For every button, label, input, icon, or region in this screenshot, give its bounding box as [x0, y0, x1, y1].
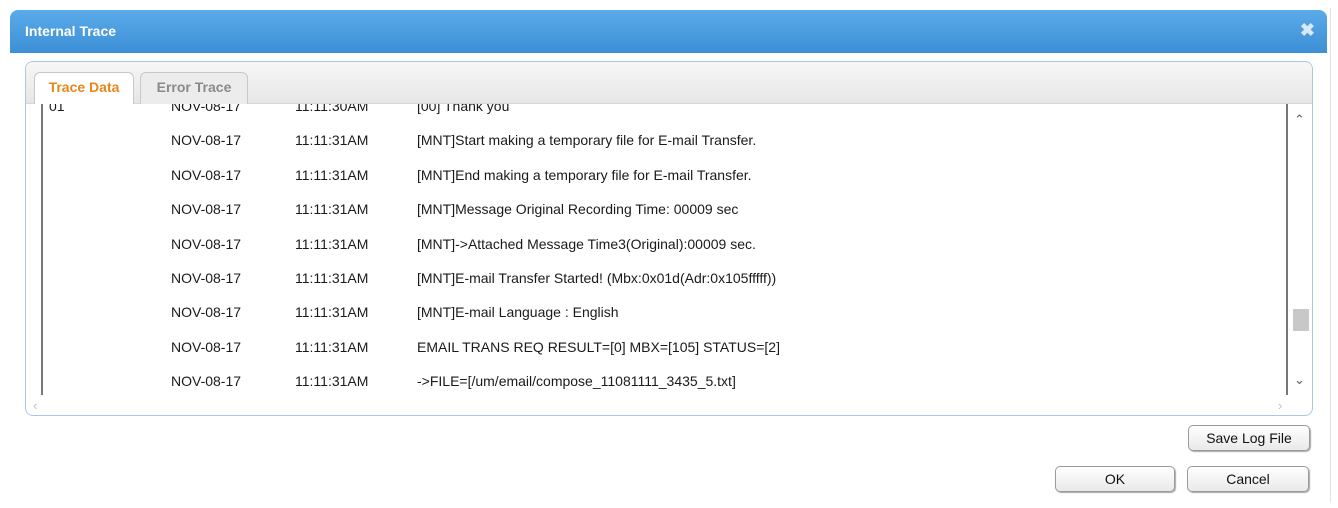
trace-row-message: [MNT]E-mail Transfer Started! (Mbx:0x01d…	[417, 270, 777, 286]
dialog-titlebar[interactable]: Internal Trace ✖	[10, 10, 1327, 53]
cancel-button[interactable]: Cancel	[1187, 466, 1309, 492]
trace-row-date: NOV-08-17	[171, 270, 242, 286]
trace-row-id: 01	[49, 104, 65, 114]
trace-panel: Trace Data Error Trace 01 NOV-08-17 11:11:…	[25, 61, 1313, 416]
trace-row-time: 11:11:31AM	[295, 166, 369, 183]
trace-row[interactable]: NOV-08-17 11:11:31AM [MNT]E-mail Transfer …	[43, 268, 1283, 288]
trace-row-time: 11:11:31AM	[295, 373, 369, 390]
trace-row-message: [MNT]E-mail Language : English	[417, 304, 619, 321]
close-icon[interactable]: ✖	[1300, 20, 1315, 41]
window-edge	[1330, 8, 1331, 503]
vertical-scrollbar[interactable]: ⌃ ⌄	[1290, 104, 1312, 395]
scroll-right-icon[interactable]: ›	[1278, 398, 1282, 413]
trace-row[interactable]: NOV-08-17 11:11:31AM [MNT]End making a tem…	[43, 165, 1283, 185]
trace-row-time: 11:11:31AM	[295, 132, 369, 149]
trace-row[interactable]: 01 NOV-08-17 11:11:30AM [00] Thank you	[43, 104, 1283, 116]
trace-row-message: [MNT]End making a temporary file for E-m…	[417, 166, 752, 183]
trace-row-message: ->FILE=[/um/email/compose_11081111_3435_…	[417, 373, 736, 390]
trace-row-time: 11:11:31AM	[295, 270, 369, 286]
tab-strip: Trace Data Error Trace	[26, 62, 1312, 104]
trace-row-message: [MNT]Start making a temporary file for E…	[417, 132, 757, 149]
trace-row-time: 11:11:30AM	[295, 104, 369, 114]
internal-trace-dialog: Internal Trace ✖ Trace Data Error Trace …	[10, 10, 1327, 500]
trace-row[interactable]: NOV-08-17 11:11:31AM [MNT]E-mail Language …	[43, 302, 1283, 322]
trace-log-list[interactable]: 01 NOV-08-17 11:11:30AM [00] Thank you NOV-0…	[41, 104, 1288, 395]
dialog-title: Internal Trace	[25, 23, 117, 39]
save-log-file-button[interactable]: Save Log File	[1188, 425, 1310, 451]
trace-row[interactable]: NOV-08-17 11:11:31AM [MNT]Start making a t…	[43, 130, 1283, 150]
tab-error-trace[interactable]: Error Trace	[140, 72, 248, 104]
scroll-down-icon[interactable]: ⌄	[1294, 372, 1305, 388]
trace-row-message: [MNT]->Attached Message Time3(Original):…	[417, 235, 756, 252]
ok-button[interactable]: OK	[1055, 466, 1175, 492]
trace-row-message: [MNT]Message Original Recording Time: 00…	[417, 201, 739, 218]
scroll-left-icon[interactable]: ‹	[33, 398, 37, 413]
trace-row-time: 11:11:31AM	[295, 304, 369, 321]
trace-row-date: NOV-08-17	[171, 304, 242, 321]
trace-row-message: [00] Thank you	[417, 104, 510, 114]
horizontal-scrollbar[interactable]: ‹ ›	[26, 397, 1312, 415]
trace-row-date: NOV-08-17	[171, 338, 242, 355]
scroll-thumb[interactable]	[1293, 309, 1309, 331]
trace-row-date: NOV-08-17	[171, 166, 242, 183]
trace-row-date: NOV-08-17	[171, 373, 242, 390]
trace-row[interactable]: NOV-08-17 11:11:31AM ->FILE=[/um/email/com…	[43, 371, 1283, 391]
trace-row-time: 11:11:31AM	[295, 201, 369, 218]
trace-row[interactable]: NOV-08-17 11:11:31AM [MNT]Message Original…	[43, 199, 1283, 219]
trace-row-date: NOV-08-17	[171, 104, 242, 114]
scroll-up-icon[interactable]: ⌃	[1294, 112, 1305, 128]
trace-row-date: NOV-08-17	[171, 201, 242, 218]
trace-row[interactable]: NOV-08-17 11:11:31AM [MNT]->Attached Messa…	[43, 234, 1283, 254]
trace-row[interactable]: NOV-08-17 11:11:31AM EMAIL TRANS REQ RESUL…	[43, 337, 1283, 357]
trace-row-time: 11:11:31AM	[295, 235, 369, 252]
trace-row-date: NOV-08-17	[171, 132, 242, 149]
trace-row-date: NOV-08-17	[171, 235, 242, 252]
trace-row-time: 11:11:31AM	[295, 338, 369, 355]
tab-trace-data[interactable]: Trace Data	[34, 72, 134, 104]
trace-row-message: EMAIL TRANS REQ RESULT=[0] MBX=[105] STA…	[417, 338, 780, 355]
